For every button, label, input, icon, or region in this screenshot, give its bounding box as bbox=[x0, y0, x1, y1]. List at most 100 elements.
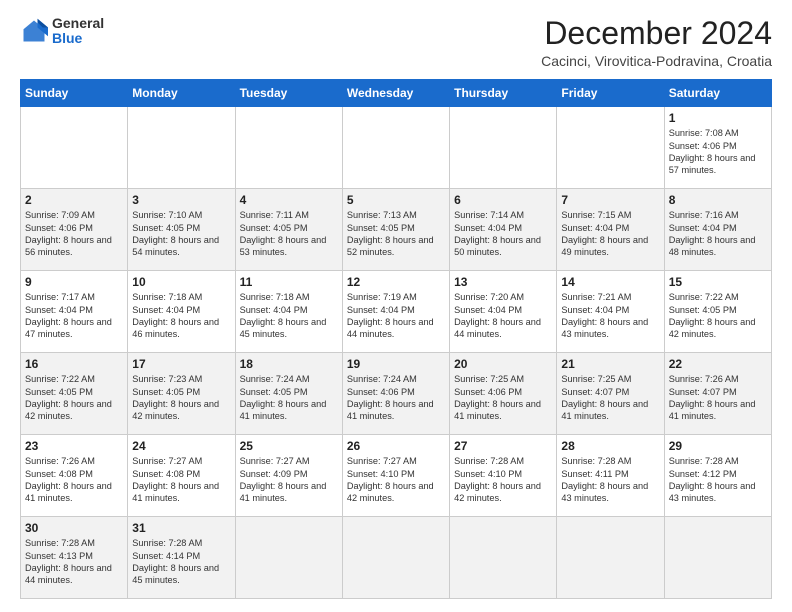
day-number: 28 bbox=[561, 439, 659, 453]
day-number: 26 bbox=[347, 439, 445, 453]
table-row: 15 Sunrise: 7:22 AMSunset: 4:05 PMDayligh… bbox=[664, 271, 771, 353]
day-number: 11 bbox=[240, 275, 338, 289]
table-row bbox=[664, 517, 771, 599]
day-info: Sunrise: 7:26 AMSunset: 4:08 PMDaylight:… bbox=[25, 456, 112, 503]
day-number: 16 bbox=[25, 357, 123, 371]
day-info: Sunrise: 7:15 AMSunset: 4:04 PMDaylight:… bbox=[561, 210, 648, 257]
day-number: 21 bbox=[561, 357, 659, 371]
day-info: Sunrise: 7:27 AMSunset: 4:09 PMDaylight:… bbox=[240, 456, 327, 503]
day-number: 25 bbox=[240, 439, 338, 453]
table-row bbox=[235, 517, 342, 599]
calendar-header-row: Sunday Monday Tuesday Wednesday Thursday… bbox=[21, 80, 772, 107]
day-number: 27 bbox=[454, 439, 552, 453]
day-info: Sunrise: 7:22 AMSunset: 4:05 PMDaylight:… bbox=[669, 292, 756, 339]
day-info: Sunrise: 7:24 AMSunset: 4:06 PMDaylight:… bbox=[347, 374, 434, 421]
header-wednesday: Wednesday bbox=[342, 80, 449, 107]
day-number: 4 bbox=[240, 193, 338, 207]
day-number: 30 bbox=[25, 521, 123, 535]
day-number: 22 bbox=[669, 357, 767, 371]
day-number: 9 bbox=[25, 275, 123, 289]
table-row: 30Sunrise: 7:28 AMSunset: 4:13 PMDayligh… bbox=[21, 517, 128, 599]
table-row: 23 Sunrise: 7:26 AMSunset: 4:08 PMDayligh… bbox=[21, 435, 128, 517]
day-number: 2 bbox=[25, 193, 123, 207]
header: General Blue December 2024 Cacinci, Viro… bbox=[20, 16, 772, 69]
day-info: Sunrise: 7:27 AMSunset: 4:10 PMDaylight:… bbox=[347, 456, 434, 503]
day-number: 10 bbox=[132, 275, 230, 289]
header-thursday: Thursday bbox=[450, 80, 557, 107]
day-number: 13 bbox=[454, 275, 552, 289]
day-info: Sunrise: 7:17 AMSunset: 4:04 PMDaylight:… bbox=[25, 292, 112, 339]
header-tuesday: Tuesday bbox=[235, 80, 342, 107]
header-saturday: Saturday bbox=[664, 80, 771, 107]
table-row: 9 Sunrise: 7:17 AMSunset: 4:04 PMDaylight… bbox=[21, 271, 128, 353]
header-monday: Monday bbox=[128, 80, 235, 107]
day-number: 23 bbox=[25, 439, 123, 453]
day-info: Sunrise: 7:11 AMSunset: 4:05 PMDaylight:… bbox=[240, 210, 327, 257]
table-row: 3Sunrise: 7:10 AMSunset: 4:05 PMDaylight… bbox=[128, 189, 235, 271]
day-info: Sunrise: 7:21 AMSunset: 4:04 PMDaylight:… bbox=[561, 292, 648, 339]
table-row: 2 Sunrise: 7:09 AMSunset: 4:06 PMDaylight… bbox=[21, 189, 128, 271]
day-info: Sunrise: 7:25 AMSunset: 4:07 PMDaylight:… bbox=[561, 374, 648, 421]
day-number: 1 bbox=[669, 111, 767, 125]
table-row: 29Sunrise: 7:28 AMSunset: 4:12 PMDayligh… bbox=[664, 435, 771, 517]
day-info: Sunrise: 7:18 AMSunset: 4:04 PMDaylight:… bbox=[240, 292, 327, 339]
calendar-table: Sunday Monday Tuesday Wednesday Thursday… bbox=[20, 79, 772, 599]
table-row: 31 Sunrise: 7:28 AMSunset: 4:14 PMDayligh… bbox=[128, 517, 235, 599]
table-row bbox=[450, 517, 557, 599]
day-info: Sunrise: 7:14 AMSunset: 4:04 PMDaylight:… bbox=[454, 210, 541, 257]
day-info: Sunrise: 7:13 AMSunset: 4:05 PMDaylight:… bbox=[347, 210, 434, 257]
table-row bbox=[342, 107, 449, 189]
day-info: Sunrise: 7:27 AMSunset: 4:08 PMDaylight:… bbox=[132, 456, 219, 503]
table-row: 17 Sunrise: 7:23 AMSunset: 4:05 PMDayligh… bbox=[128, 353, 235, 435]
table-row: 5 Sunrise: 7:13 AMSunset: 4:05 PMDaylight… bbox=[342, 189, 449, 271]
day-number: 18 bbox=[240, 357, 338, 371]
logo-general-text: General bbox=[52, 16, 104, 31]
page: General Blue December 2024 Cacinci, Viro… bbox=[0, 0, 792, 612]
day-number: 24 bbox=[132, 439, 230, 453]
day-info: Sunrise: 7:18 AMSunset: 4:04 PMDaylight:… bbox=[132, 292, 219, 339]
table-row: 1 Sunrise: 7:08 AMSunset: 4:06 PMDaylight… bbox=[664, 107, 771, 189]
title-block: December 2024 Cacinci, Virovitica-Podrav… bbox=[541, 16, 772, 69]
table-row bbox=[557, 517, 664, 599]
table-row: 6Sunrise: 7:14 AMSunset: 4:04 PMDaylight… bbox=[450, 189, 557, 271]
table-row: 21 Sunrise: 7:25 AMSunset: 4:07 PMDayligh… bbox=[557, 353, 664, 435]
day-info: Sunrise: 7:25 AMSunset: 4:06 PMDaylight:… bbox=[454, 374, 541, 421]
day-number: 17 bbox=[132, 357, 230, 371]
header-friday: Friday bbox=[557, 80, 664, 107]
table-row: 20 Sunrise: 7:25 AMSunset: 4:06 PMDayligh… bbox=[450, 353, 557, 435]
day-info: Sunrise: 7:24 AMSunset: 4:05 PMDaylight:… bbox=[240, 374, 327, 421]
table-row bbox=[557, 107, 664, 189]
day-info: Sunrise: 7:28 AMSunset: 4:11 PMDaylight:… bbox=[561, 456, 648, 503]
table-row bbox=[235, 107, 342, 189]
day-info: Sunrise: 7:19 AMSunset: 4:04 PMDaylight:… bbox=[347, 292, 434, 339]
day-number: 31 bbox=[132, 521, 230, 535]
logo: General Blue bbox=[20, 16, 104, 47]
day-number: 29 bbox=[669, 439, 767, 453]
day-number: 8 bbox=[669, 193, 767, 207]
table-row: 24 Sunrise: 7:27 AMSunset: 4:08 PMDayligh… bbox=[128, 435, 235, 517]
day-info: Sunrise: 7:28 AMSunset: 4:14 PMDaylight:… bbox=[132, 538, 219, 585]
table-row: 19 Sunrise: 7:24 AMSunset: 4:06 PMDayligh… bbox=[342, 353, 449, 435]
day-number: 19 bbox=[347, 357, 445, 371]
table-row: 10 Sunrise: 7:18 AMSunset: 4:04 PMDayligh… bbox=[128, 271, 235, 353]
day-number: 20 bbox=[454, 357, 552, 371]
table-row: 11 Sunrise: 7:18 AMSunset: 4:04 PMDayligh… bbox=[235, 271, 342, 353]
day-info: Sunrise: 7:16 AMSunset: 4:04 PMDaylight:… bbox=[669, 210, 756, 257]
table-row: 27Sunrise: 7:28 AMSunset: 4:10 PMDayligh… bbox=[450, 435, 557, 517]
table-row bbox=[450, 107, 557, 189]
day-number: 15 bbox=[669, 275, 767, 289]
day-info: Sunrise: 7:08 AMSunset: 4:06 PMDaylight:… bbox=[669, 128, 756, 175]
header-sunday: Sunday bbox=[21, 80, 128, 107]
day-number: 5 bbox=[347, 193, 445, 207]
table-row: 7Sunrise: 7:15 AMSunset: 4:04 PMDaylight… bbox=[557, 189, 664, 271]
day-info: Sunrise: 7:23 AMSunset: 4:05 PMDaylight:… bbox=[132, 374, 219, 421]
day-info: Sunrise: 7:09 AMSunset: 4:06 PMDaylight:… bbox=[25, 210, 112, 257]
table-row: 22Sunrise: 7:26 AMSunset: 4:07 PMDayligh… bbox=[664, 353, 771, 435]
day-number: 3 bbox=[132, 193, 230, 207]
table-row: 4 Sunrise: 7:11 AMSunset: 4:05 PMDaylight… bbox=[235, 189, 342, 271]
table-row: 28 Sunrise: 7:28 AMSunset: 4:11 PMDayligh… bbox=[557, 435, 664, 517]
table-row: 25 Sunrise: 7:27 AMSunset: 4:09 PMDayligh… bbox=[235, 435, 342, 517]
table-row: 8 Sunrise: 7:16 AMSunset: 4:04 PMDaylight… bbox=[664, 189, 771, 271]
table-row: 13 Sunrise: 7:20 AMSunset: 4:04 PMDayligh… bbox=[450, 271, 557, 353]
day-info: Sunrise: 7:20 AMSunset: 4:04 PMDaylight:… bbox=[454, 292, 541, 339]
